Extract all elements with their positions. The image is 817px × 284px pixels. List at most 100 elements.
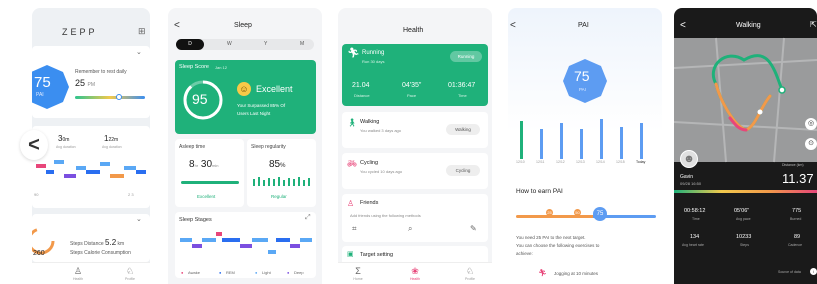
running-card[interactable]: 🏃︎ Running Run 30 days Running 21.04 Dis…: [342, 44, 488, 106]
jogging-icon: 🏃︎: [538, 270, 547, 277]
asleep-card[interactable]: Asleep time 8hr 30min Excellent: [175, 139, 244, 207]
tab-week[interactable]: W: [227, 39, 232, 50]
stat-heart: 134: [690, 234, 700, 240]
jogging-text: Jogging at 10 minutes: [554, 271, 599, 276]
home-tab-icon[interactable]: Σ: [348, 266, 368, 276]
map-roads: [674, 37, 817, 163]
time-a-label: Avg duration: [56, 145, 76, 149]
walking-sub: You walked 3 days ago: [360, 128, 401, 133]
screenshot-strip: ZEPP ⊞ ⌄ 75 PAI Remember to rest daily 2…: [0, 0, 817, 284]
tab-month[interactable]: M: [300, 39, 304, 50]
chevron-down-icon-2[interactable]: ⌄: [136, 215, 142, 223]
steps-value: 260: [33, 250, 45, 257]
pai-unit-4: PAI: [579, 87, 586, 92]
share-icon[interactable]: ✎: [470, 224, 477, 233]
health-tab-icon-3[interactable]: ❀: [405, 266, 425, 277]
share-icon-5[interactable]: ⇱: [810, 20, 817, 29]
profile-tab-icon-3[interactable]: ♘: [460, 266, 480, 277]
home-tab-label: Home: [353, 277, 363, 281]
scale-25: 25: [546, 209, 553, 216]
back-icon-4[interactable]: <: [510, 20, 516, 31]
walking-card[interactable]: 🚶︎ Walking You walked 3 days ago Walking: [342, 112, 488, 148]
bar-date-labels: 12/10 12/11 12/12 12/13 12/14 12/15 Toda…: [516, 160, 661, 166]
expand-icon[interactable]: ⤢: [305, 214, 311, 222]
bar-label: 12/10: [516, 160, 525, 164]
grid-icon[interactable]: ⊞: [138, 26, 146, 37]
distance-value: 11.37: [782, 171, 814, 186]
stat-pace: 05'06": [734, 208, 750, 214]
calories-label: Steps Calorie Consumption: [70, 250, 131, 256]
sleep-stages-chart: [180, 232, 312, 254]
phone-walking: < Walking ⇱ ◎ ⊙ ☻ Gavin 09/28 16:50 11.3…: [674, 8, 817, 284]
pai-history-bars: [520, 119, 643, 159]
sleep-score-card[interactable]: Sleep Score Jan 12 95 ☺ Excellent Your S…: [175, 60, 316, 134]
chevron-down-icon[interactable]: ⌄: [136, 48, 142, 56]
run-stat-1: 21.04: [352, 82, 370, 89]
stat-burned-label: Burned: [790, 217, 802, 221]
pai-value-4: 75: [574, 68, 590, 84]
cycling-button[interactable]: Cycling: [446, 165, 480, 176]
regularity-status: Regular: [271, 194, 287, 199]
earn-text-3: achieve:: [516, 251, 533, 256]
sleep-stages-card[interactable]: Sleep Stages ⤢ ● Awake ● REM ● Light ● Deep: [175, 212, 316, 278]
tab-day[interactable]: D: [176, 39, 204, 50]
running-button[interactable]: Running: [450, 51, 482, 62]
cycling-card[interactable]: 🚲︎ Cycling You cycled 10 days ago Cyclin…: [342, 153, 488, 189]
stages-label: Sleep Stages: [179, 217, 212, 223]
scan-icon[interactable]: ⌗: [352, 224, 357, 234]
profile-tab-label: Profile: [125, 277, 135, 281]
tab-year[interactable]: Y: [264, 39, 267, 50]
regularity-label: Sleep regularity: [251, 144, 286, 150]
earn-text-2: You can choose the following exercises t…: [516, 243, 600, 248]
search-icon[interactable]: ⌕: [408, 224, 412, 234]
phone-sleep: < Sleep D W Y M Sleep Score Jan 12 95 ☺ …: [168, 8, 322, 284]
walking-title: Walking: [736, 22, 761, 29]
period-tabs: D W Y M: [176, 39, 314, 50]
legend-rem: REM: [226, 270, 235, 275]
run-stat-3: 01:36:47: [448, 82, 476, 89]
cycling-icon: 🚲︎: [347, 159, 358, 168]
phone-health: Health 🏃︎ Running Run 30 days Running 21…: [338, 8, 492, 284]
health-tab-label: Health: [72, 277, 84, 281]
user-name: Gavin: [680, 174, 694, 180]
pace-gradient-bar: [674, 190, 817, 193]
regularity-card[interactable]: Sleep regularity 85% Regular: [247, 139, 316, 207]
sleep-title: Sleep: [234, 22, 252, 29]
pai-value: 75: [34, 74, 51, 91]
run-stat-3-label: Time: [458, 93, 467, 98]
profile-tab-label-3: Profile: [465, 277, 475, 281]
profile-tab-icon[interactable]: ♘: [120, 266, 140, 277]
walking-button[interactable]: Walking: [446, 124, 480, 135]
route-map: ◎ ⊙: [674, 37, 817, 163]
back-icon[interactable]: <: [174, 20, 180, 31]
cycling-label: Cycling: [360, 160, 379, 166]
map-locate-icon[interactable]: ⊙: [805, 138, 817, 150]
bar-label: 12/11: [536, 160, 545, 164]
phone-home: ZEPP ⊞ ⌄ 75 PAI Remember to rest daily 2…: [32, 8, 150, 284]
score-label: Sleep Score: [179, 64, 209, 70]
map-layers-icon[interactable]: ◎: [805, 118, 817, 130]
stat-steps: 10233: [736, 234, 752, 240]
smile-icon: ☺: [237, 82, 251, 96]
score-word: Excellent: [256, 84, 293, 94]
score-desc-1: Your Surpassed 85% Of: [237, 103, 286, 108]
regularity-value: 85%: [269, 159, 286, 170]
friends-card[interactable]: ♙ Friends Add friends using the followin…: [342, 194, 488, 242]
legend-awake: Awake: [188, 270, 200, 275]
source-info-icon[interactable]: i: [810, 268, 817, 275]
activity-card[interactable]: 30m Avg duration 122m Avg duration 90 2 …: [32, 126, 150, 208]
score-value: 95: [192, 91, 208, 107]
back-chevron-icon[interactable]: <: [20, 130, 48, 160]
day-label-2: 2 3: [128, 192, 134, 197]
back-icon-5[interactable]: <: [680, 20, 686, 31]
asleep-status: Excellent: [197, 194, 216, 199]
stat-heart-label: Avg heart rate: [682, 243, 704, 247]
pai-card[interactable]: ⌄ 75 PAI Remember to rest daily 25 PM: [32, 46, 150, 118]
health-tab-icon[interactable]: ♙: [68, 266, 88, 277]
phone-pai: < PAI 75 PAI 12/10 12/11 12/12 12/13 12/…: [508, 8, 662, 284]
stat-time-label: Time: [692, 217, 700, 221]
steps-card[interactable]: ⌄ 260 Steps Distance 5.2 km Steps Calori…: [32, 214, 150, 262]
remind-text: Remember to rest daily: [75, 69, 127, 75]
friends-label: Friends: [360, 200, 379, 206]
activity-stage-chart: [36, 160, 146, 178]
